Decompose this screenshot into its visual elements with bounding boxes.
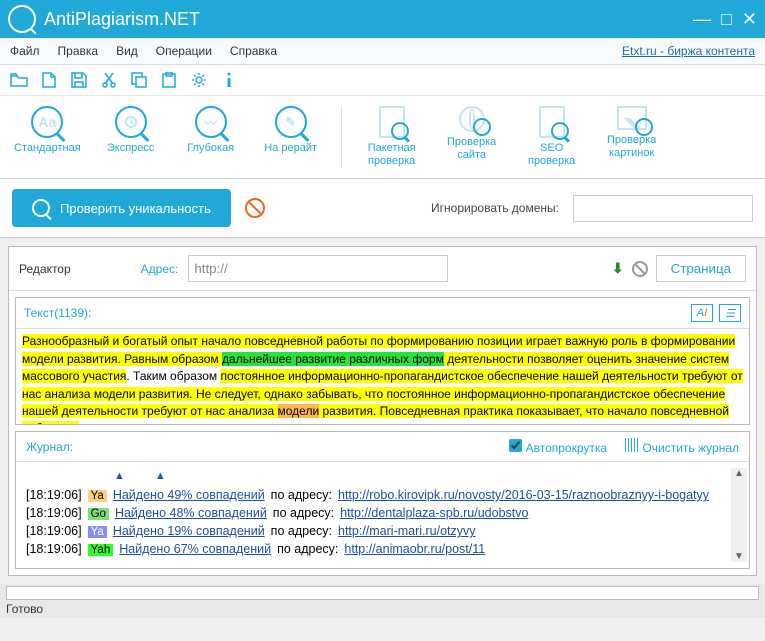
source-url[interactable]: http://mari-mari.ru/otzyvy bbox=[338, 524, 476, 538]
clear-log-button[interactable]: Очистить журнал bbox=[625, 438, 739, 455]
etxt-link[interactable]: Etxt.ru - биржа контента bbox=[622, 44, 755, 58]
status-text: Готово bbox=[6, 602, 759, 616]
express-check-button[interactable]: Экспресс bbox=[101, 106, 161, 168]
standard-check-button[interactable]: Aa Стандартная bbox=[14, 106, 81, 168]
deep-check-button[interactable]: 〰 Глубокая bbox=[181, 106, 241, 168]
ignore-domains-label: Игнорировать домены: bbox=[431, 201, 559, 215]
cut-icon[interactable] bbox=[100, 71, 118, 89]
broom-icon bbox=[625, 438, 639, 452]
rewrite-check-button[interactable]: ✎ На рерайт bbox=[261, 106, 321, 168]
page-button[interactable]: Страница bbox=[656, 255, 746, 282]
editor-tab-label: Редактор bbox=[19, 262, 71, 276]
save-icon[interactable] bbox=[70, 71, 88, 89]
log-timestamp: [18:19:06] bbox=[26, 506, 82, 520]
open-icon[interactable] bbox=[10, 71, 28, 89]
log-row: [18:19:06]YaНайдено 19% совпадений по ад… bbox=[26, 524, 739, 538]
titlebar: AntiPlagiarism.NET — □ ✕ bbox=[0, 0, 765, 38]
app-logo-icon bbox=[8, 5, 36, 33]
menubar: Файл Правка Вид Операции Справка Etxt.ru… bbox=[0, 38, 765, 65]
engine-badge: Yah bbox=[88, 544, 114, 556]
action-row: Проверить уникальность Игнорировать доме… bbox=[0, 179, 765, 238]
stop-button[interactable] bbox=[245, 198, 265, 218]
ignore-domains-input[interactable] bbox=[573, 195, 753, 222]
close-button[interactable]: ✕ bbox=[742, 9, 757, 30]
source-url[interactable]: http://dentalplaza-spb.ru/udobstvo bbox=[340, 506, 528, 520]
engine-badge: Go bbox=[88, 508, 109, 520]
new-icon[interactable] bbox=[40, 71, 58, 89]
editor-panel: Текст(1139): AI ☰ Разнообразный и богаты… bbox=[15, 297, 750, 425]
menu-view[interactable]: Вид bbox=[116, 44, 138, 58]
log-timestamp: [18:19:06] bbox=[26, 488, 82, 502]
maximize-button[interactable]: □ bbox=[721, 9, 732, 30]
source-url[interactable]: http://animaobr.ru/post/11 bbox=[344, 542, 485, 556]
address-row: Редактор Адрес: ⬇ Страница bbox=[9, 247, 756, 291]
menu-file[interactable]: Файл bbox=[10, 44, 40, 58]
editor-text[interactable]: Разнообразный и богатый опыт начало повс… bbox=[16, 329, 749, 424]
copy-icon[interactable] bbox=[130, 71, 148, 89]
image-check-button[interactable]: Проверка картинок bbox=[602, 106, 662, 168]
log-row: [18:19:06]GoНайдено 48% совпадений по ад… bbox=[26, 506, 739, 520]
log-timestamp: [18:19:06] bbox=[26, 542, 82, 556]
engine-badge: Ya bbox=[88, 490, 107, 502]
autoscroll-checkbox[interactable]: Автопрокрутка bbox=[509, 439, 607, 455]
main-panel: Редактор Адрес: ⬇ Страница Текст(1139): … bbox=[8, 246, 757, 576]
status-bar: Готово bbox=[0, 584, 765, 618]
log-scrollbar[interactable]: ▲▼ bbox=[731, 468, 747, 562]
download-icon[interactable]: ⬇ bbox=[612, 260, 624, 277]
app-title: AntiPlagiarism.NET bbox=[44, 9, 200, 30]
batch-check-button[interactable]: Пакетная проверка bbox=[362, 106, 422, 168]
info-icon[interactable] bbox=[220, 71, 238, 89]
format-text-icon[interactable]: AI bbox=[691, 304, 713, 322]
match-link[interactable]: Найдено 67% совпадений bbox=[119, 542, 271, 556]
source-url[interactable]: http://robo.kirovipk.ru/novosty/2016-03-… bbox=[338, 488, 709, 502]
address-input[interactable] bbox=[188, 255, 448, 282]
seo-check-button[interactable]: SEO проверка bbox=[522, 106, 582, 168]
menu-edit[interactable]: Правка bbox=[58, 44, 99, 58]
check-uniqueness-button[interactable]: Проверить уникальность bbox=[12, 189, 231, 227]
file-toolbar bbox=[0, 65, 765, 96]
text-count-label: Текст(1139): bbox=[24, 306, 91, 320]
match-link[interactable]: Найдено 19% совпадений bbox=[113, 524, 265, 538]
check-toolbar: Aa Стандартная Экспресс 〰 Глубокая ✎ На … bbox=[0, 96, 765, 179]
menu-operations[interactable]: Операции bbox=[156, 44, 212, 58]
log-label: Журнал: bbox=[26, 440, 73, 454]
minimize-button[interactable]: — bbox=[693, 9, 711, 30]
settings-icon[interactable] bbox=[190, 71, 208, 89]
search-icon bbox=[32, 199, 50, 217]
menu-help[interactable]: Справка bbox=[230, 44, 277, 58]
layout-icon[interactable]: ☰ bbox=[719, 304, 741, 322]
match-link[interactable]: Найдено 49% совпадений bbox=[113, 488, 265, 502]
address-label: Адрес: bbox=[141, 262, 179, 276]
log-body: ▲▲ [18:19:06]YaНайдено 49% совпадений по… bbox=[16, 462, 749, 568]
log-timestamp: [18:19:06] bbox=[26, 524, 82, 538]
paste-icon[interactable] bbox=[160, 71, 178, 89]
log-row: [18:19:06]YahНайдено 67% совпадений по а… bbox=[26, 542, 739, 556]
log-row: [18:19:06]YaНайдено 49% совпадений по ад… bbox=[26, 488, 739, 502]
site-check-button[interactable]: Проверка сайта bbox=[442, 106, 502, 168]
log-panel: Журнал: Автопрокрутка Очистить журнал ▲▲… bbox=[15, 431, 750, 569]
engine-badge: Ya bbox=[88, 526, 107, 538]
progress-bar bbox=[6, 586, 759, 600]
match-link[interactable]: Найдено 48% совпадений bbox=[115, 506, 267, 520]
sort-arrows[interactable]: ▲▲ bbox=[26, 470, 739, 488]
cancel-load-icon[interactable] bbox=[632, 261, 648, 277]
